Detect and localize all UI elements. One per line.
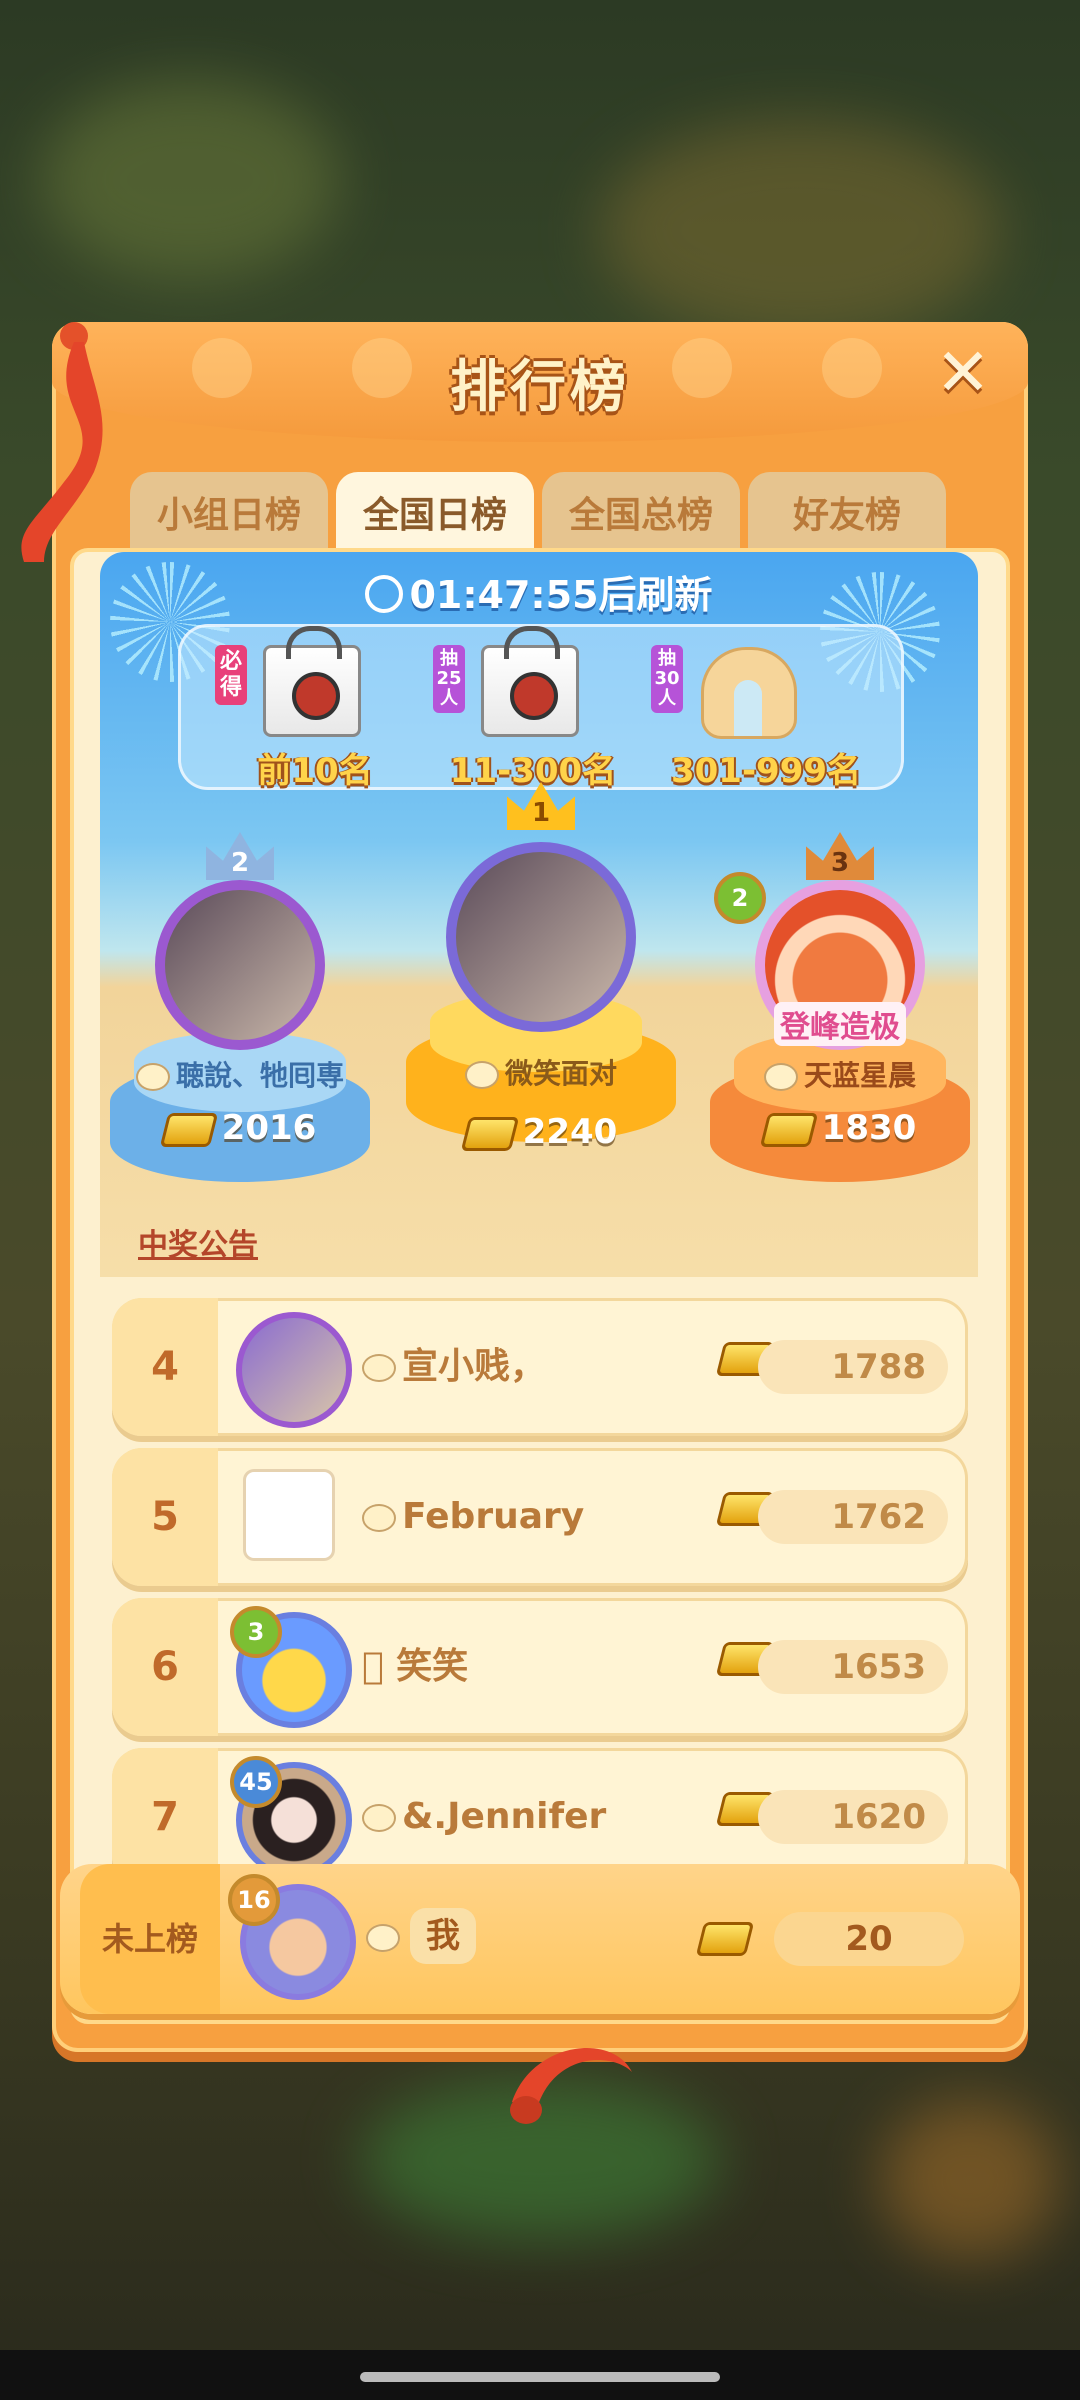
red-ribbon-deco xyxy=(21,322,103,562)
player-score: 2016 xyxy=(110,1108,370,1148)
refresh-timer: 01:47:55后刷新 xyxy=(100,564,978,619)
avatar-frame-text: 登峰造极 xyxy=(774,1002,906,1046)
timer-value: 01:47:55 xyxy=(409,573,599,617)
rabbit-icon xyxy=(362,1354,396,1382)
table-row[interactable]: 6 3 󾠮 笑笑 1653 xyxy=(112,1598,968,1736)
prize-range: 前10名 xyxy=(257,751,373,791)
player-name: 宣小贱， xyxy=(362,1298,546,1436)
avatar[interactable] xyxy=(446,842,636,1032)
gold-bar-icon xyxy=(759,1112,818,1147)
prize-11-300[interactable]: 抽25人 11-300名 xyxy=(433,626,633,791)
tab-bar: 小组日榜 全国日榜 全国总榜 好友榜 xyxy=(130,472,950,552)
winner-announcement-link[interactable]: 中奖公告 xyxy=(138,1220,258,1264)
prize-top10[interactable]: 必得 前10名 xyxy=(215,626,415,791)
player-name: 我 xyxy=(410,1908,476,1964)
crown-icon: 3 xyxy=(806,832,874,880)
rabbit-icon xyxy=(135,1063,170,1091)
player-score: 1830 xyxy=(710,1108,970,1148)
level-badge: 16 xyxy=(228,1874,280,1926)
tab-friends[interactable]: 好友榜 xyxy=(748,472,946,552)
table-row[interactable]: 5 February 1762 xyxy=(112,1448,968,1586)
player-name: 天蓝星晨 xyxy=(700,1054,978,1094)
podium-rank-1[interactable]: 1 微笑面对 2240 xyxy=(406,782,676,1152)
home-gesture-handle[interactable] xyxy=(360,2372,720,2382)
avatar[interactable] xyxy=(236,1312,352,1428)
tab-group-daily[interactable]: 小组日榜 xyxy=(130,472,328,552)
rank-number: 6 xyxy=(112,1598,218,1736)
podium-rank-2[interactable]: 2 聴說、牠囘専 2016 xyxy=(110,832,370,1182)
table-row[interactable]: 4 宣小贱， 1788 xyxy=(112,1298,968,1436)
page-title: 排行榜 xyxy=(450,355,630,420)
player-score: 1620 xyxy=(758,1790,948,1844)
avatar[interactable] xyxy=(246,1472,332,1558)
prize-tag: 必得 xyxy=(215,645,247,705)
rabbit-icon xyxy=(362,1504,396,1532)
system-nav-bar xyxy=(0,2350,1080,2400)
player-name: 󾠮 笑笑 xyxy=(362,1646,469,1687)
prize-range: 11-300名 xyxy=(449,751,617,791)
my-rank-row[interactable]: 未上榜 16 我 20 xyxy=(60,1864,1020,2014)
tab-national-total[interactable]: 全国总榜 xyxy=(542,472,740,552)
neck-pillow-icon xyxy=(701,647,797,739)
rank-number: 5 xyxy=(112,1448,218,1586)
prize-box: 必得 前10名 抽25人 11-300名 抽30人 301-999名 xyxy=(178,624,904,791)
gold-bar-icon xyxy=(695,1922,755,1956)
prize-tag: 抽25人 xyxy=(433,645,465,713)
timer-suffix: 后刷新 xyxy=(598,573,713,617)
rabbit-icon xyxy=(366,1924,400,1952)
player-score: 1653 xyxy=(758,1640,948,1694)
avatar[interactable] xyxy=(155,880,325,1050)
close-button[interactable]: ✕ xyxy=(928,338,998,408)
bag-icon xyxy=(481,626,579,737)
leaderboard-panel: 排行榜 ✕ 小组日榜 全国日榜 全国总榜 好友榜 01:47:55后刷新 必得 … xyxy=(21,322,1028,2124)
rabbit-icon xyxy=(763,1063,798,1091)
player-score: 20 xyxy=(774,1912,964,1966)
rabbit-icon xyxy=(464,1061,499,1089)
prize-range: 301-999名 xyxy=(670,751,862,791)
level-badge: 2 xyxy=(714,872,766,924)
gold-bar-icon xyxy=(460,1116,519,1151)
player-score: 1762 xyxy=(758,1490,948,1544)
rank-status: 未上榜 xyxy=(80,1864,220,2014)
panel-header: 排行榜 ✕ xyxy=(52,322,1028,442)
gold-bar-icon xyxy=(159,1112,218,1147)
tab-national-daily[interactable]: 全国日榜 xyxy=(336,472,534,552)
rabbit-icon xyxy=(362,1804,396,1832)
prize-tag: 抽30人 xyxy=(651,645,683,713)
podium-stage: 01:47:55后刷新 必得 前10名 抽25人 11-300名 抽30人 30… xyxy=(100,552,978,1277)
bag-icon xyxy=(263,626,361,737)
crown-icon: 2 xyxy=(206,832,274,880)
prize-301-999[interactable]: 抽30人 301-999名 xyxy=(651,635,881,791)
player-name: February xyxy=(362,1448,584,1586)
player-score: 2240 xyxy=(406,1112,676,1152)
level-badge: 3 xyxy=(230,1606,282,1658)
clock-icon xyxy=(365,574,404,613)
podium-rank-3[interactable]: 3 2 登峰造极 天蓝星晨 1830 xyxy=(710,832,970,1182)
level-badge: 45 xyxy=(230,1756,282,1808)
player-score: 1788 xyxy=(758,1340,948,1394)
player-name: 聴說、牠囘専 xyxy=(100,1054,380,1094)
rank-number: 4 xyxy=(112,1298,218,1436)
player-name: 微笑面对 xyxy=(396,1052,686,1092)
red-ribbon-deco xyxy=(510,2048,632,2124)
